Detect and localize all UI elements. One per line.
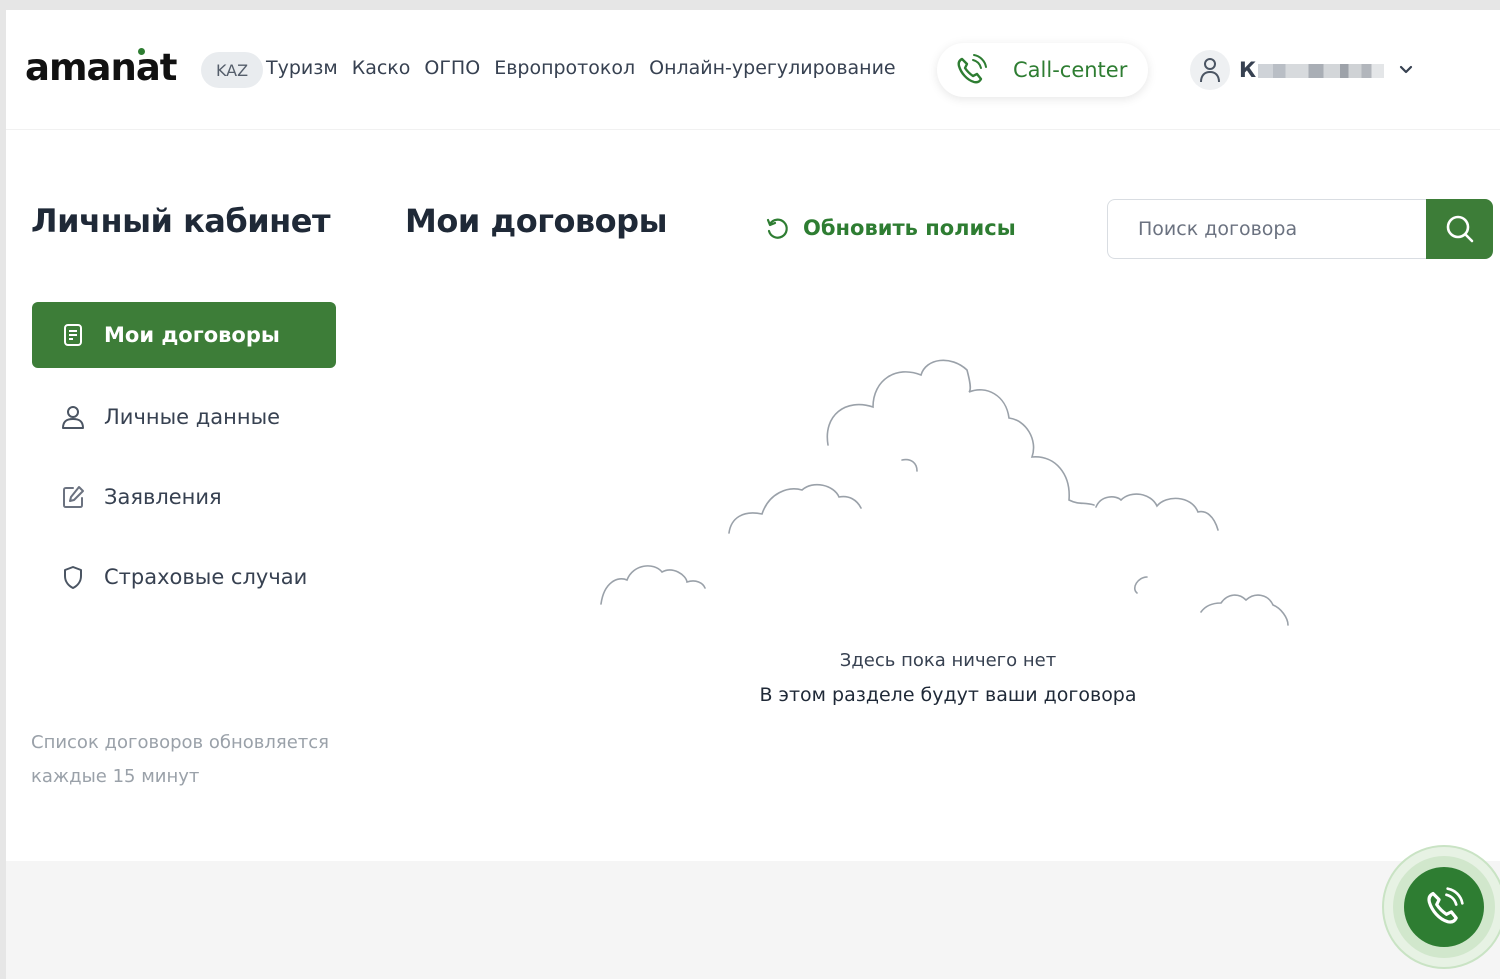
sidebar-title: Личный кабинет: [31, 202, 331, 240]
empty-clouds-illustration: [600, 359, 1289, 626]
nav-link-online-settlement[interactable]: Онлайн-урегулирование: [649, 57, 896, 79]
contract-search: [1107, 199, 1493, 259]
sidebar-item-insurance-cases[interactable]: Страховые случаи: [32, 544, 336, 610]
user-icon: [1200, 58, 1220, 83]
document-icon: [64, 324, 82, 346]
sidebar-item-label: Мои договоры: [104, 323, 280, 347]
page-title: Мои договоры: [405, 202, 668, 240]
sidebar-item-applications[interactable]: Заявления: [32, 464, 336, 530]
update-note: Список договоров обновляется каждые 15 м…: [31, 732, 329, 787]
sidebar-item-label: Личные данные: [104, 405, 281, 429]
nav-link-ogpo[interactable]: ОГПО: [424, 57, 480, 79]
user-icon: [62, 406, 84, 429]
user-name: К: [1239, 58, 1385, 82]
user-initial: К: [1239, 58, 1257, 82]
nav-link-tourism[interactable]: Туризм: [266, 57, 338, 79]
refresh-policies-button[interactable]: Обновить полисы: [763, 214, 1016, 242]
shield-icon: [64, 566, 82, 589]
call-center-label: Call-center: [1013, 58, 1128, 82]
sidebar-item-personal-data[interactable]: Личные данные: [32, 384, 336, 450]
phone-icon: [1427, 887, 1464, 924]
empty-state-title: Здесь пока ничего нет: [839, 650, 1057, 671]
search-input[interactable]: [1107, 199, 1437, 259]
top-header: amanat KAZ Туризм Каско ОГПО Европротоко…: [6, 10, 1500, 130]
search-button[interactable]: [1426, 199, 1493, 259]
empty-state-subtitle: В этом разделе будут ваши договора: [759, 684, 1137, 706]
footer: [6, 861, 1500, 979]
refresh-icon: [766, 218, 788, 239]
refresh-label: Обновить полисы: [803, 216, 1016, 240]
nav-link-europrotocol[interactable]: Европротокол: [494, 57, 635, 79]
avatar: [1190, 50, 1230, 90]
call-fab-button[interactable]: [1404, 867, 1484, 947]
call-center-button[interactable]: Call-center: [937, 43, 1148, 97]
main-nav: Туризм Каско ОГПО Европротокол Онлайн-ур…: [266, 57, 910, 79]
redacted-name: [1258, 64, 1385, 78]
sidebar-item-label: Страховые случаи: [104, 565, 308, 589]
user-menu[interactable]: К: [1190, 50, 1414, 90]
search-icon: [1446, 215, 1473, 243]
nav-link-kasko[interactable]: Каско: [352, 57, 411, 79]
phone-ringing-icon: [957, 54, 987, 84]
sidebar-item-label: Заявления: [104, 485, 222, 509]
language-switch[interactable]: KAZ: [201, 52, 263, 88]
chevron-down-icon[interactable]: [1398, 62, 1414, 78]
app-window: amanat KAZ Туризм Каско ОГПО Европротоко…: [6, 10, 1500, 979]
sidebar-item-contracts[interactable]: Мои договоры: [32, 302, 336, 368]
logo-dot: [138, 48, 145, 55]
edit-icon: [63, 486, 84, 508]
logo[interactable]: amanat: [25, 46, 177, 89]
